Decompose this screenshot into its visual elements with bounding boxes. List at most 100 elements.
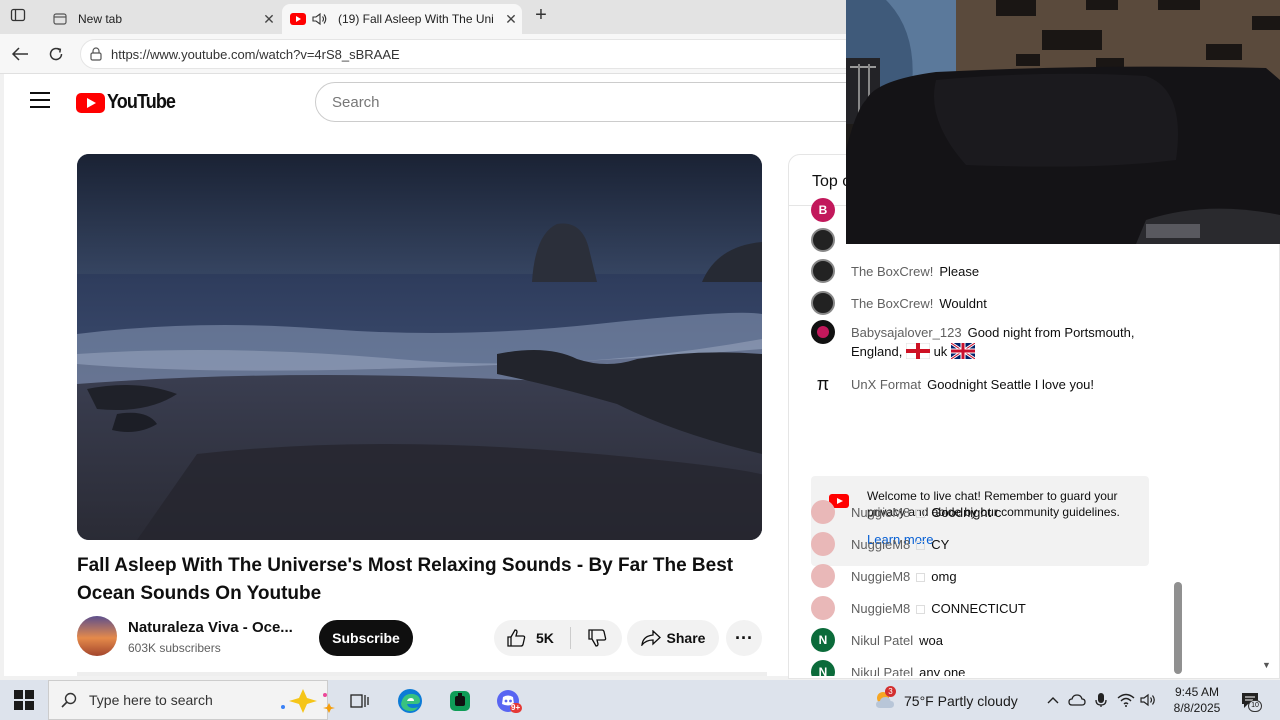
new-tab-button[interactable]: + — [530, 5, 552, 27]
back-arrow-icon[interactable] — [9, 43, 31, 65]
ocean-night-scene-image — [77, 154, 762, 540]
chat-author[interactable]: The BoxCrew! — [851, 264, 933, 279]
chat-text: Goodnight c — [931, 505, 1002, 520]
chat-text-uk: uk — [933, 344, 948, 359]
chat-message: NuggieM8 CONNECTICUT — [811, 596, 1151, 620]
dislike-button[interactable] — [571, 629, 622, 647]
chat-message: NuggieM8 CY — [811, 532, 1151, 556]
pi-avatar-icon[interactable]: π — [811, 372, 835, 396]
badge-icon — [916, 605, 926, 614]
chat-avatar[interactable] — [811, 228, 835, 252]
chat-scrollbar[interactable] — [1174, 582, 1182, 674]
badge-icon — [916, 573, 926, 582]
chat-author[interactable]: UnX Format — [851, 377, 921, 392]
close-tab-icon[interactable]: ✕ — [500, 11, 522, 28]
chat-author[interactable]: NuggieM8 — [851, 537, 910, 552]
badge-icon — [916, 509, 926, 518]
subscriber-count: 603K subscribers — [128, 641, 221, 655]
thumbs-up-icon — [507, 629, 526, 647]
video-title: Fall Asleep With The Universe's Most Rel… — [77, 555, 734, 604]
chat-text: CY — [931, 537, 950, 552]
discord-icon[interactable]: 9+ — [496, 688, 522, 714]
chat-author[interactable]: Nikul Patel — [851, 665, 913, 676]
chat-message: π UnX Format Goodnight Seattle I love you… — [811, 372, 1151, 396]
scroll-down-arrow-icon[interactable]: ▼ — [1262, 660, 1271, 670]
channel-avatar[interactable] — [77, 616, 117, 656]
chat-author[interactable]: Nikul Patel — [851, 633, 913, 648]
tab-label: New tab — [78, 12, 123, 26]
close-tab-icon[interactable]: ✕ — [258, 11, 280, 28]
chat-avatar[interactable]: N — [811, 628, 835, 652]
chat-text: omg — [931, 569, 957, 584]
onedrive-cloud-icon[interactable] — [1068, 691, 1086, 709]
chat-avatar[interactable] — [811, 564, 835, 588]
chat-avatar[interactable]: N — [811, 660, 835, 676]
microphone-icon[interactable] — [1092, 691, 1110, 709]
share-label: Share — [666, 630, 706, 646]
chevron-up-icon[interactable] — [1044, 691, 1062, 709]
chat-author[interactable]: NuggieM8 — [851, 601, 910, 616]
search-icon — [61, 692, 77, 708]
taskbar-search-placeholder: Type here to search — [89, 692, 213, 708]
wifi-icon[interactable] — [1117, 691, 1135, 709]
taskbar-clock[interactable]: 9:45 AM 8/8/2025 — [1162, 684, 1232, 716]
chat-avatar[interactable] — [811, 320, 835, 344]
badge-icon — [916, 541, 926, 550]
sparkle-icon — [281, 689, 335, 713]
tab-actions-icon[interactable] — [10, 7, 30, 27]
volume-icon[interactable] — [1140, 691, 1158, 709]
share-button[interactable]: Share — [627, 620, 719, 656]
chat-text-continued: England, — [851, 344, 903, 359]
tab-new-tab[interactable]: New tab ✕ — [44, 4, 280, 34]
youtube-favicon-icon — [290, 11, 306, 27]
more-actions-icon[interactable]: ··· — [726, 620, 762, 656]
chat-author[interactable]: The BoxCrew! — [851, 296, 933, 311]
browser-tabstrip: New tab ✕ (19) Fall Asleep With The Uni … — [0, 0, 846, 34]
notification-count: 10 — [1248, 700, 1262, 712]
tab-youtube[interactable]: (19) Fall Asleep With The Uni ✕ — [282, 4, 522, 34]
chat-avatar[interactable] — [811, 532, 835, 556]
chat-author[interactable]: NuggieM8 — [851, 505, 910, 520]
search-input[interactable]: Search — [315, 82, 875, 122]
subscribe-button[interactable]: Subscribe — [319, 620, 413, 656]
video-player[interactable] — [77, 154, 762, 540]
notification-center-icon[interactable]: 10 — [1240, 690, 1262, 712]
chat-text: any one — [919, 665, 966, 676]
chat-text: Goodnight Seattle I love you! — [927, 377, 1095, 392]
chat-message: The BoxCrew! Please — [811, 259, 1151, 283]
channel-name[interactable]: Naturaleza Viva - Oce... — [128, 619, 298, 636]
chat-author[interactable]: Babysajalover_123 — [851, 325, 962, 340]
chat-message: Babysajalover_123 Good night from Portsmo… — [811, 320, 1151, 361]
uk-flag-icon — [950, 343, 975, 359]
windows-start-icon[interactable] — [14, 690, 34, 710]
address-bar[interactable]: https://www.youtube.com/watch?v=4rS8_sBR… — [80, 39, 860, 69]
clock-time: 9:45 AM — [1174, 685, 1220, 699]
hamburger-menu-icon[interactable] — [30, 92, 50, 108]
chat-avatar[interactable] — [811, 500, 835, 524]
weather-widget[interactable]: 3 75°F Partly cloudy — [874, 686, 1018, 712]
description-box-edge — [77, 672, 767, 676]
chat-avatar[interactable] — [811, 596, 835, 620]
app-icon[interactable] — [447, 688, 473, 714]
discord-badge: 9+ — [511, 703, 521, 712]
refresh-icon[interactable] — [45, 43, 67, 65]
youtube-logo[interactable]: YouTube — [76, 91, 183, 114]
tab-label: (19) Fall Asleep With The Uni — [338, 12, 494, 26]
browser-toolbar: https://www.youtube.com/watch?v=4rS8_sBR… — [0, 34, 860, 74]
chat-text: Good night from Portsmouth, — [967, 325, 1135, 340]
speaker-icon[interactable] — [312, 11, 328, 27]
url-text: https://www.youtube.com/watch?v=4rS8_sBR… — [111, 46, 400, 62]
edge-browser-icon[interactable] — [397, 688, 423, 714]
chat-avatar[interactable] — [811, 259, 835, 283]
chat-author[interactable]: NuggieM8 — [851, 569, 910, 584]
like-button[interactable]: 5K — [494, 629, 570, 647]
taskbar-search-input[interactable]: Type here to search — [48, 680, 335, 720]
webcam-overlay — [846, 0, 1280, 244]
site-info-icon[interactable] — [81, 47, 111, 61]
chat-text: woa — [919, 633, 943, 648]
task-view-icon[interactable] — [347, 688, 373, 714]
chat-avatar[interactable] — [811, 291, 835, 315]
chat-avatar[interactable]: B — [811, 198, 835, 222]
chat-text: Please — [939, 264, 980, 279]
thumbs-down-icon — [587, 629, 606, 647]
